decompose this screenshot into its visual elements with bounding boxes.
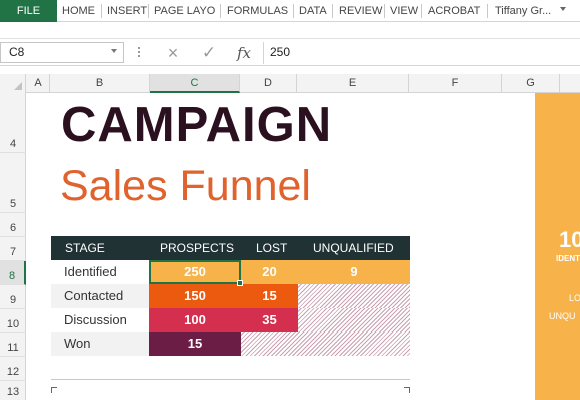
insert-function-button[interactable]: fx — [232, 42, 256, 64]
sheet-subtitle: Sales Funnel — [60, 162, 311, 210]
sales-funnel-table: STAGE PROSPECTS LOST UNQUALIFIED Identif… — [51, 236, 410, 356]
lost-value[interactable]: 20 — [241, 260, 298, 284]
summary-label-identified: IDENT — [556, 254, 580, 263]
prospects-value[interactable]: 100 — [149, 308, 241, 332]
header-lost: LOST — [256, 241, 288, 255]
row-number: 12 — [6, 366, 20, 378]
tab-view[interactable]: VIEW — [390, 0, 418, 22]
row-number: 9 — [9, 294, 17, 306]
row-header-6[interactable]: 6 — [0, 213, 26, 237]
enter-check-icon[interactable]: ✓ — [198, 43, 220, 63]
fill-handle[interactable] — [237, 280, 243, 286]
stage-label[interactable]: Identified — [51, 260, 149, 284]
tab-home[interactable]: HOME — [62, 0, 95, 22]
header-prospects: PROSPECTS — [160, 241, 235, 255]
row-number: 13 — [6, 386, 20, 398]
lost-value[interactable]: 15 — [241, 284, 298, 308]
tab-separator — [293, 4, 294, 18]
summary-total: 10 — [559, 227, 580, 252]
tab-separator — [332, 4, 333, 18]
row-number: 10 — [6, 318, 20, 330]
table-row: Discussion 100 35 — [51, 308, 410, 332]
row-number: 4 — [9, 138, 17, 150]
column-header-d[interactable]: D — [240, 74, 297, 93]
column-header-b[interactable]: B — [50, 74, 150, 93]
tab-page-layout[interactable]: PAGE LAYO — [154, 0, 215, 22]
hatch-fill — [298, 308, 410, 332]
stage-label[interactable]: Discussion — [51, 308, 149, 332]
row-number: 5 — [9, 198, 17, 210]
table-row: Contacted 150 15 — [51, 284, 410, 308]
row-number: 11 — [7, 342, 19, 354]
chart-frame[interactable] — [51, 379, 410, 400]
summary-label-lost: LO — [569, 293, 580, 303]
row-header-4[interactable]: 4 — [0, 93, 26, 153]
hatch-fill — [241, 332, 410, 356]
prospects-value[interactable]: 150 — [149, 284, 241, 308]
column-header-g[interactable]: G — [502, 74, 560, 93]
row-header-11[interactable]: 11 — [0, 333, 26, 357]
header-unqualified: UNQUALIFIED — [313, 241, 394, 255]
row-number: 8 — [8, 270, 16, 282]
column-header-a[interactable]: A — [27, 74, 50, 93]
tab-acrobat[interactable]: ACROBAT — [428, 0, 480, 22]
select-all-button[interactable] — [0, 74, 26, 93]
row-headers: 4 5 6 7 8 9 10 11 12 13 — [0, 93, 26, 400]
chevron-down-icon[interactable] — [111, 49, 117, 53]
tab-separator — [101, 4, 102, 18]
tab-separator — [421, 4, 422, 18]
column-header-c[interactable]: C — [150, 74, 240, 93]
unqualified-value[interactable]: 9 — [298, 260, 410, 284]
header-stage: STAGE — [65, 241, 105, 255]
stage-label[interactable]: Contacted — [51, 284, 149, 308]
lost-value[interactable]: 35 — [241, 308, 298, 332]
row-number: 7 — [9, 246, 17, 258]
frame-corner — [404, 387, 410, 393]
table-header-row: STAGE PROSPECTS LOST UNQUALIFIED — [51, 236, 410, 260]
row-header-5[interactable]: 5 — [0, 153, 26, 213]
won-bar[interactable]: 15 — [149, 332, 241, 356]
chevron-down-icon[interactable] — [560, 7, 566, 11]
name-box[interactable]: C8 — [0, 42, 124, 63]
formula-bar: C8 × ✓ fx — [0, 38, 580, 66]
row-number: 6 — [9, 222, 17, 234]
row-header-9[interactable]: 9 — [0, 285, 26, 309]
row-header-13[interactable]: 13 — [0, 381, 26, 400]
row-header-12[interactable]: 12 — [0, 357, 26, 381]
tab-data[interactable]: DATA — [299, 0, 327, 22]
select-all-triangle-icon — [14, 82, 22, 90]
hatch-fill — [298, 284, 410, 308]
tab-insert[interactable]: INSERT — [107, 0, 147, 22]
formula-input[interactable] — [270, 42, 570, 63]
row-header-8[interactable]: 8 — [0, 261, 26, 285]
formula-divider — [263, 42, 264, 64]
active-cell-border — [149, 260, 241, 284]
row-header-7[interactable]: 7 — [0, 237, 26, 261]
row-header-10[interactable]: 10 — [0, 309, 26, 333]
tab-separator — [148, 4, 149, 18]
user-account-name[interactable]: Tiffany Gr... — [495, 0, 551, 22]
summary-side-panel: 10 IDENT LO UNQU — [535, 93, 580, 400]
tab-formulas[interactable]: FORMULAS — [227, 0, 288, 22]
tab-review[interactable]: REVIEW — [339, 0, 382, 22]
column-header-f[interactable]: F — [409, 74, 502, 93]
drag-handle-icon[interactable] — [138, 47, 141, 59]
stage-label[interactable]: Won — [51, 332, 149, 356]
summary-label-unqualified: UNQU — [549, 311, 576, 321]
frame-corner — [51, 387, 57, 393]
sheet-title: CAMPAIGN — [61, 98, 333, 152]
cancel-icon[interactable]: × — [162, 43, 184, 63]
worksheet-grid[interactable]: CAMPAIGN Sales Funnel STAGE PROSPECTS LO… — [27, 93, 580, 400]
ribbon-tab-bar: FILE HOME INSERT PAGE LAYO FORMULAS DATA… — [0, 0, 580, 22]
tab-separator — [220, 4, 221, 18]
tab-separator — [487, 4, 488, 18]
tab-separator — [384, 4, 385, 18]
table-row: Won 15 — [51, 332, 410, 356]
column-header-e[interactable]: E — [297, 74, 409, 93]
tab-file[interactable]: FILE — [0, 0, 57, 22]
column-headers: A B C D E F G — [0, 74, 580, 93]
